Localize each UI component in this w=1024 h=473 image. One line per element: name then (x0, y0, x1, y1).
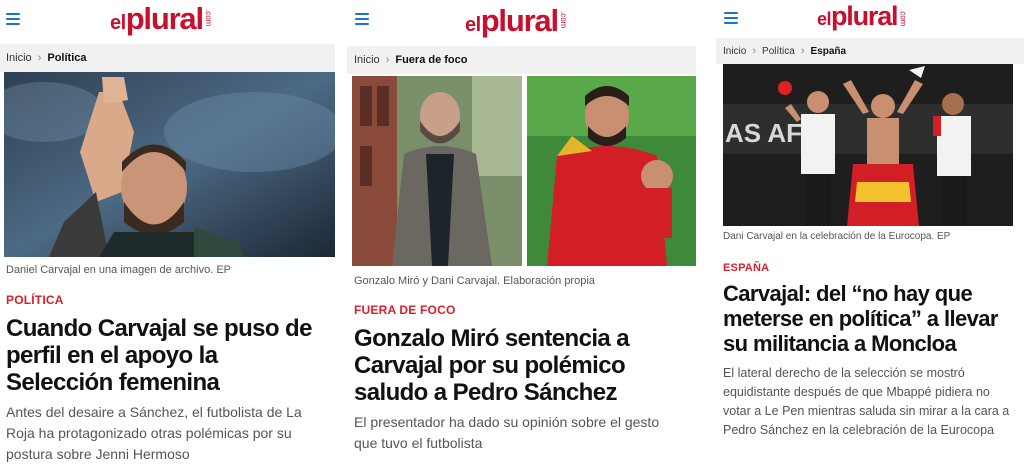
breadcrumb-home-link[interactable]: Inicio (6, 52, 32, 64)
breadcrumb-home-link[interactable]: Inicio (354, 54, 380, 66)
chevron-right-icon: › (800, 45, 805, 57)
photo-caption: Gonzalo Miró y Dani Carvajal. Elaboració… (354, 275, 595, 287)
breadcrumb-current[interactable]: España (811, 46, 847, 57)
article-lead: Antes del desaire a Sánchez, el futbolis… (6, 404, 302, 462)
site-header: elplural.com (716, 0, 1024, 38)
article-panel-3: elplural.com Inicio › Política › España … (716, 0, 1024, 473)
site-header: elplural.com (347, 0, 696, 44)
site-logo[interactable]: elplural.com (817, 3, 907, 30)
article-lead: El presentador ha dado su opinión sobre … (354, 414, 660, 451)
breadcrumb-home-link[interactable]: Inicio (723, 46, 746, 57)
article-photo[interactable] (4, 72, 335, 257)
article-headline[interactable]: Cuando Carvajal se puso de perfil en el … (0, 315, 320, 396)
section-label[interactable]: FUERA DE FOCO (347, 303, 696, 317)
breadcrumb: Inicio › Política (0, 44, 335, 72)
article-headline[interactable]: Gonzalo Miró sentencia a Carvajal por su… (347, 325, 683, 406)
article-panel-2: elplural.com Inicio › Fuera de foco Gonz… (347, 0, 696, 473)
breadcrumb-mid-link[interactable]: Política (762, 46, 795, 57)
photo-miro-carvajal-montage (352, 76, 696, 266)
hamburger-icon[interactable] (355, 13, 369, 25)
photo-eurocopa-celebration: AS AFIC (723, 64, 1013, 226)
photo-carvajal-waving (4, 72, 335, 257)
article-photo[interactable] (352, 76, 696, 266)
chevron-right-icon: › (752, 45, 757, 57)
site-logo[interactable]: elplural.com (110, 3, 213, 34)
breadcrumb: Inicio › Política › España (716, 38, 1024, 64)
site-logo[interactable]: elplural.com (465, 5, 568, 36)
article-lead: El lateral derecho de la selección se mo… (723, 366, 1010, 437)
section-label[interactable]: POLÍTICA (0, 293, 335, 307)
section-label[interactable]: ESPAÑA (716, 262, 1024, 274)
chevron-right-icon: › (37, 52, 42, 64)
hamburger-icon[interactable] (6, 13, 20, 25)
hamburger-icon[interactable] (724, 12, 738, 24)
breadcrumb-current[interactable]: Política (47, 52, 86, 64)
site-header: elplural.com (0, 0, 335, 44)
photo-caption: Dani Carvajal en la celebración de la Eu… (723, 231, 951, 242)
article-panel-1: elplural.com Inicio › Política Daniel Ca… (0, 0, 335, 473)
article-photo[interactable]: AS AFIC (723, 64, 1013, 226)
article-headline[interactable]: Carvajal: del “no hay que meterse en pol… (716, 281, 1006, 356)
breadcrumb: Inicio › Fuera de foco (347, 46, 696, 74)
breadcrumb-current[interactable]: Fuera de foco (395, 54, 467, 66)
chevron-right-icon: › (385, 54, 390, 66)
photo-caption: Daniel Carvajal en una imagen de archivo… (6, 264, 232, 276)
